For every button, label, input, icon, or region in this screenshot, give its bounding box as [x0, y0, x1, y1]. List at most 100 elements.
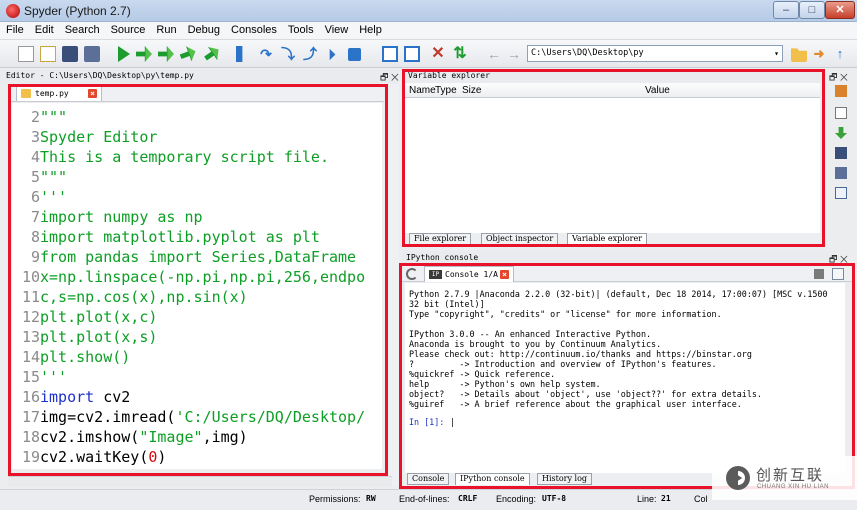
editor-tab-label: temp.py [35, 89, 69, 98]
code-line[interactable]: 15''' [12, 367, 67, 387]
import-data-icon[interactable] [835, 85, 847, 97]
step-into-icon[interactable]: ⤵ [280, 46, 296, 62]
code-line[interactable]: 12plt.plot(x,c) [12, 307, 157, 327]
code-line[interactable]: 13plt.plot(x,s) [12, 327, 157, 347]
menu-tools[interactable]: Tools [282, 22, 319, 36]
tab-object-inspector[interactable]: Object inspector [481, 233, 559, 245]
tab-console[interactable]: Console [407, 473, 450, 485]
save-data-icon[interactable] [835, 147, 847, 159]
save-data-as-icon[interactable] [835, 167, 847, 179]
code-line[interactable]: 17img=cv2.imread('C:/Users/DQ/Desktop/ [12, 407, 365, 427]
code-line[interactable]: 6''' [12, 187, 67, 207]
code-line[interactable]: 9from pandas import Series,DataFrame [12, 247, 356, 267]
code-line[interactable]: 16import cv2 [12, 387, 130, 407]
console-output-line: ? -> Introduction and overview of IPytho… [409, 359, 717, 369]
run-icon[interactable] [118, 46, 130, 62]
menu-run[interactable]: Run [150, 22, 181, 36]
menu-file[interactable]: File [0, 22, 29, 36]
editor-horizontal-scrollbar[interactable] [8, 476, 392, 487]
line-number: 5 [30, 168, 40, 186]
ipython-console-output[interactable]: Python 2.7.9 |Anaconda 2.2.0 (32-bit)| (… [405, 283, 845, 473]
code-line[interactable]: 7import numpy as np [12, 207, 203, 227]
continue-icon[interactable]: ⏵ [324, 46, 340, 62]
new-file-icon[interactable] [18, 46, 34, 62]
watermark-subtext: CHUANG XIN HU LIAN [757, 484, 830, 490]
menu-source[interactable]: Source [105, 22, 151, 36]
line-number: 12 [21, 308, 40, 326]
code-line[interactable]: 3Spyder Editor [12, 127, 157, 147]
minimize-button[interactable]: – [773, 1, 799, 19]
code-line[interactable]: 10x=np.linspace(-np.pi,np.pi,256,endpo [12, 267, 365, 287]
code-line[interactable]: 4This is a temporary script file. [12, 147, 329, 167]
save-icon[interactable] [62, 46, 78, 62]
tab-ipython-console[interactable]: IPython console [455, 473, 530, 485]
save-all-icon[interactable] [84, 46, 100, 62]
preferences-icon[interactable]: ✕ [430, 46, 446, 62]
download-icon[interactable] [835, 127, 847, 139]
console-tab-label: Console 1/A [445, 270, 498, 279]
tab-history-log[interactable]: History log [537, 473, 593, 485]
python-path-icon[interactable]: ⇅ [452, 46, 468, 62]
code-line[interactable]: 11c,s=np.cos(x),np.sin(x) [12, 287, 248, 307]
code-line[interactable]: 5""" [12, 167, 67, 187]
run-selection-2-icon[interactable] [201, 43, 223, 65]
run-selection-icon[interactable] [178, 44, 199, 65]
options-icon[interactable] [832, 268, 844, 280]
working-directory-combo[interactable]: C:\Users\DQ\Desktop\py ▾ [527, 45, 783, 62]
code-line[interactable]: 14plt.show() [12, 347, 130, 367]
options-icon[interactable] [835, 187, 847, 199]
code-line[interactable]: 18cv2.imshow("Image",img) [12, 427, 248, 447]
column-type[interactable]: Type [435, 83, 457, 98]
stop-debug-icon[interactable] [348, 48, 361, 61]
code-token: img=cv2.imread( [40, 408, 176, 426]
python-file-icon [21, 89, 31, 98]
menu-search[interactable]: Search [59, 22, 105, 36]
console-output-line: IPython 3.0.0 -- An enhanced Interactive… [409, 329, 652, 339]
forward-icon[interactable]: → [506, 46, 522, 62]
code-line[interactable]: 8import matplotlib.pyplot as plt [12, 227, 320, 247]
open-file-icon[interactable] [40, 46, 56, 62]
menu-consoles[interactable]: Consoles [225, 22, 282, 36]
close-tab-icon[interactable]: × [88, 89, 97, 98]
console-tab[interactable]: IP Console 1/A × [424, 266, 514, 282]
code-line[interactable]: 19cv2.waitKey(0) [12, 447, 167, 467]
step-return-icon[interactable]: ⤴ [302, 46, 318, 62]
parent-directory-icon[interactable]: ↑ [832, 46, 848, 62]
console-output-line: Please check out: http://continuum.io/th… [409, 349, 752, 359]
column-value[interactable]: Value [645, 83, 670, 98]
menu-debug[interactable]: Debug [182, 22, 225, 36]
menu-help[interactable]: Help [353, 22, 387, 36]
variable-explorer-toolbar [832, 83, 852, 213]
clear-icon[interactable] [835, 107, 847, 119]
run-cell-advance-icon[interactable] [158, 46, 174, 62]
column-name[interactable]: Name [409, 83, 436, 98]
close-button[interactable]: ✕ [825, 1, 855, 19]
tab-file-explorer[interactable]: File explorer [409, 233, 472, 245]
column-size[interactable]: Size [462, 83, 481, 98]
watermark-logo-icon [726, 466, 750, 490]
close-tab-icon[interactable]: × [500, 270, 509, 279]
step-icon[interactable]: ↷ [258, 46, 274, 62]
editor-tab-temp-py[interactable]: temp.py × [16, 85, 102, 101]
run-cell-icon[interactable] [136, 46, 152, 62]
debug-icon[interactable] [236, 46, 243, 62]
menu-view[interactable]: View [319, 22, 354, 36]
maximize-button[interactable]: □ [799, 1, 825, 19]
code-token: ,img) [202, 428, 248, 446]
console-prompt[interactable]: In [1]: [409, 417, 449, 427]
line-number: 14 [21, 348, 40, 366]
status-line: 21 [661, 494, 671, 503]
maximize-pane-icon[interactable] [382, 46, 398, 62]
fullscreen-icon[interactable] [404, 46, 420, 62]
code-line[interactable]: 2""" [12, 107, 67, 127]
line-number: 2 [30, 108, 40, 126]
chevron-down-icon[interactable]: ▾ [774, 46, 779, 61]
set-directory-icon[interactable]: ➜ [811, 46, 827, 62]
variable-table[interactable]: Name Type Size Value [405, 83, 820, 233]
stop-icon[interactable] [814, 269, 824, 279]
back-icon[interactable]: ← [486, 46, 502, 62]
code-editor[interactable]: 2""" 3Spyder Editor 4This is a temporary s… [12, 103, 382, 469]
menu-edit[interactable]: Edit [29, 22, 59, 36]
tab-variable-explorer[interactable]: Variable explorer [567, 233, 648, 245]
refresh-icon[interactable] [406, 268, 418, 280]
